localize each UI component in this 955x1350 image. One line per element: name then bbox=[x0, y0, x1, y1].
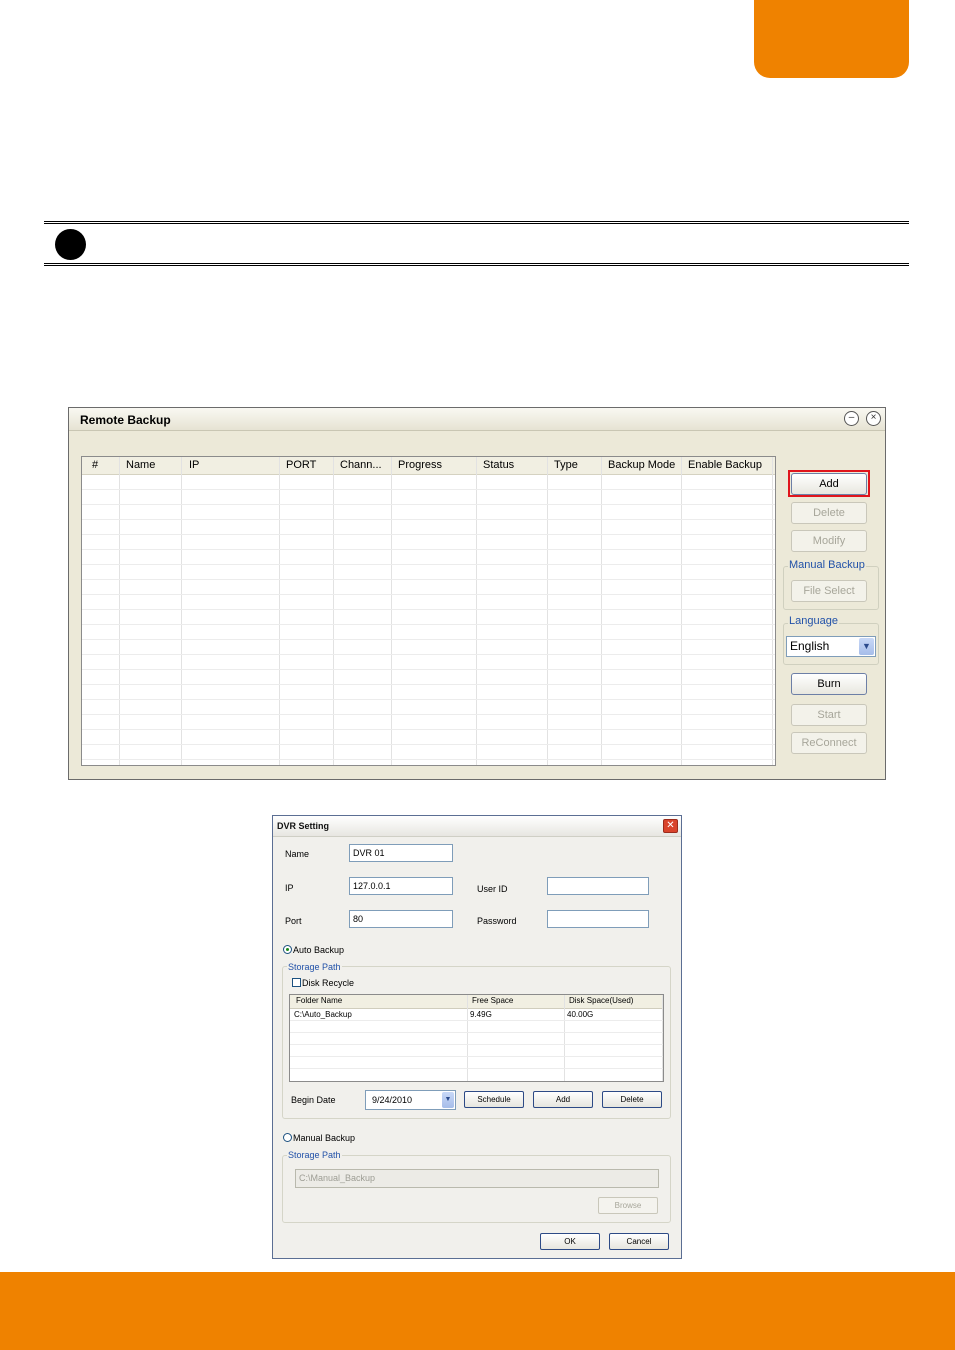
language-value: English bbox=[790, 639, 830, 653]
folder-name-cell[interactable]: C:\Auto_Backup bbox=[294, 1010, 352, 1019]
dialog-title: DVR Setting bbox=[277, 821, 330, 831]
row-divider bbox=[82, 579, 775, 580]
begin-date-label: Begin Date bbox=[291, 1095, 336, 1105]
row-divider bbox=[290, 1044, 663, 1045]
password-input[interactable] bbox=[547, 910, 649, 928]
column-header[interactable]: PORT bbox=[286, 459, 316, 471]
schedule-button[interactable]: Schedule bbox=[464, 1091, 524, 1108]
storage-path-label: Storage Path bbox=[287, 962, 342, 972]
row-divider bbox=[82, 534, 775, 535]
row-divider bbox=[82, 714, 775, 715]
dvr-list-table[interactable]: # Name IP PORT Chann... Progress Status … bbox=[81, 456, 776, 766]
row-divider bbox=[290, 1020, 663, 1021]
manual-storage-path-label: Storage Path bbox=[287, 1150, 342, 1160]
minimize-icon[interactable]: – bbox=[844, 411, 859, 426]
row-divider bbox=[290, 1032, 663, 1033]
ip-input[interactable]: 127.0.0.1 bbox=[349, 877, 453, 895]
column-header[interactable]: IP bbox=[189, 459, 199, 471]
row-divider bbox=[82, 699, 775, 700]
manual-backup-label: Manual Backup bbox=[788, 559, 866, 571]
auto-backup-radio[interactable] bbox=[283, 945, 292, 954]
free-space-cell[interactable]: 9.49G bbox=[470, 1010, 492, 1019]
reconnect-button[interactable]: ReConnect bbox=[791, 732, 867, 754]
storage-folder-table[interactable]: Folder Name Free Space Disk Space(Used) … bbox=[289, 994, 664, 1082]
user-id-label: User ID bbox=[477, 884, 508, 894]
row-divider bbox=[82, 594, 775, 595]
begin-date-picker[interactable]: 9/24/2010 ▼ bbox=[365, 1090, 456, 1110]
manual-backup-label[interactable]: Manual Backup bbox=[293, 1133, 355, 1143]
name-label: Name bbox=[285, 849, 310, 859]
column-header[interactable]: Type bbox=[554, 459, 578, 471]
disk-space-cell[interactable]: 40.00G bbox=[567, 1010, 593, 1019]
disk-recycle-label[interactable]: Disk Recycle bbox=[302, 978, 354, 988]
row-divider bbox=[290, 1056, 663, 1057]
column-header[interactable]: Name bbox=[126, 459, 155, 471]
row-divider bbox=[82, 654, 775, 655]
row-divider bbox=[82, 564, 775, 565]
note-bullet-icon bbox=[55, 229, 86, 260]
delete-button[interactable]: Delete bbox=[791, 502, 867, 524]
auto-backup-label[interactable]: Auto Backup bbox=[293, 945, 344, 955]
port-input[interactable]: 80 bbox=[349, 910, 453, 928]
remote-backup-titlebar: Remote Backup – × bbox=[69, 408, 885, 431]
column-header[interactable]: Progress bbox=[398, 459, 442, 471]
window-title: Remote Backup bbox=[80, 413, 171, 427]
table-header: # Name IP PORT Chann... Progress Status … bbox=[82, 457, 775, 475]
dvr-setting-titlebar: DVR Setting ✕ bbox=[273, 816, 681, 837]
row-divider bbox=[82, 684, 775, 685]
ip-label: IP bbox=[285, 883, 294, 893]
manual-path-input[interactable]: C:\Manual_Backup bbox=[295, 1169, 659, 1188]
row-divider bbox=[82, 744, 775, 745]
chevron-down-icon[interactable]: ▼ bbox=[859, 638, 874, 655]
chevron-down-icon[interactable]: ▼ bbox=[442, 1092, 454, 1108]
column-header[interactable]: Folder Name bbox=[296, 996, 342, 1005]
column-header[interactable]: Disk Space(Used) bbox=[569, 996, 633, 1005]
row-divider bbox=[82, 639, 775, 640]
port-label: Port bbox=[285, 916, 302, 926]
password-label: Password bbox=[477, 916, 517, 926]
row-divider bbox=[82, 504, 775, 505]
column-header[interactable]: Status bbox=[483, 459, 514, 471]
user-id-input[interactable] bbox=[547, 877, 649, 895]
row-divider bbox=[82, 489, 775, 490]
page-footer-band bbox=[0, 1272, 955, 1350]
ok-button[interactable]: OK bbox=[540, 1233, 600, 1250]
name-input[interactable]: DVR 01 bbox=[349, 844, 453, 862]
remote-backup-window: Remote Backup – × # Name IP PORT Chann..… bbox=[68, 407, 886, 780]
row-divider bbox=[290, 1068, 663, 1069]
burn-button[interactable]: Burn bbox=[791, 673, 867, 695]
cancel-button[interactable]: Cancel bbox=[609, 1233, 669, 1250]
row-divider bbox=[82, 549, 775, 550]
row-divider bbox=[82, 759, 775, 760]
disk-recycle-checkbox[interactable] bbox=[292, 978, 301, 987]
start-button[interactable]: Start bbox=[791, 704, 867, 726]
column-header[interactable]: Free Space bbox=[472, 996, 513, 1005]
file-select-button[interactable]: File Select bbox=[791, 580, 867, 602]
manual-backup-radio[interactable] bbox=[283, 1133, 292, 1142]
column-header[interactable]: Chann... bbox=[340, 459, 382, 471]
row-divider bbox=[82, 669, 775, 670]
close-icon[interactable]: ✕ bbox=[663, 819, 678, 833]
row-divider bbox=[82, 609, 775, 610]
modify-button[interactable]: Modify bbox=[791, 530, 867, 552]
table-header: Folder Name Free Space Disk Space(Used) bbox=[290, 995, 663, 1009]
language-select[interactable]: English ▼ bbox=[786, 636, 876, 657]
close-icon[interactable]: × bbox=[866, 411, 881, 426]
row-divider bbox=[82, 624, 775, 625]
language-label: Language bbox=[788, 615, 839, 627]
column-header[interactable]: Enable Backup bbox=[688, 459, 762, 471]
delete-button[interactable]: Delete bbox=[602, 1091, 662, 1108]
add-button[interactable]: Add bbox=[533, 1091, 593, 1108]
row-divider bbox=[82, 729, 775, 730]
column-header[interactable]: Backup Mode bbox=[608, 459, 675, 471]
row-divider bbox=[82, 519, 775, 520]
begin-date-value: 9/24/2010 bbox=[372, 1095, 413, 1105]
add-button[interactable]: Add bbox=[791, 473, 867, 495]
browse-button[interactable]: Browse bbox=[598, 1197, 658, 1214]
note-divider-top bbox=[44, 221, 909, 224]
note-divider-bottom bbox=[44, 263, 909, 266]
page-corner-tab bbox=[754, 0, 909, 78]
column-header[interactable]: # bbox=[92, 459, 98, 471]
